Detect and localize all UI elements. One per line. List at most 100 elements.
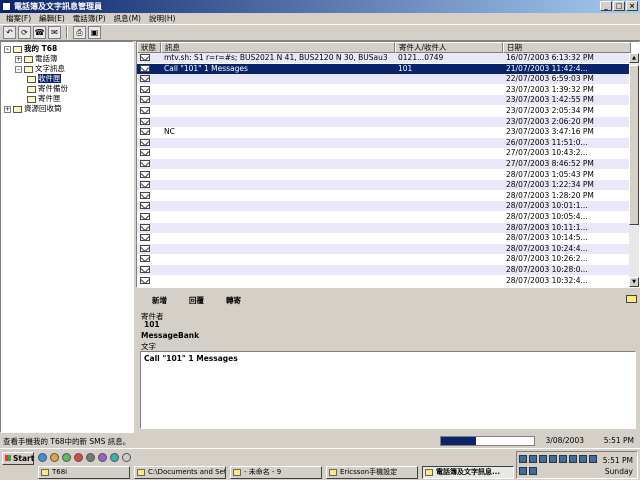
status-cell bbox=[137, 223, 161, 233]
tree-item-phonebook[interactable]: + 電話簿 bbox=[15, 54, 58, 63]
column-sender[interactable]: 寄件人/收件人 bbox=[395, 42, 503, 53]
table-row[interactable]: 22/07/2003 6:59:03 PM bbox=[137, 74, 631, 85]
ql-app-icon[interactable] bbox=[110, 453, 119, 462]
envelope-icon bbox=[140, 202, 150, 210]
phonebook-icon[interactable]: ☎ bbox=[33, 26, 46, 39]
table-row[interactable]: 27/07/2003 10:43:2... bbox=[137, 148, 631, 158]
task-explorer[interactable]: C:\Documents and Sett... bbox=[134, 466, 226, 479]
start-button[interactable]: Start bbox=[2, 452, 34, 465]
envelope-icon bbox=[140, 160, 150, 167]
print-icon[interactable]: ⎙ bbox=[73, 26, 86, 39]
list-header: 狀態 訊息 寄件人/收件人 日期 bbox=[137, 42, 639, 53]
task-t68i[interactable]: T68i bbox=[38, 466, 130, 479]
task-paint[interactable]: - 未命名 - 9 bbox=[230, 466, 322, 479]
table-row[interactable]: 28/07/2003 10:26:2... bbox=[137, 254, 631, 264]
collapse-icon[interactable]: - bbox=[4, 45, 11, 53]
update-icon[interactable] bbox=[519, 467, 527, 475]
sms-icon bbox=[425, 469, 433, 476]
tree-root[interactable]: - 我的 T68 bbox=[4, 44, 57, 53]
window-controls: _ □ × bbox=[600, 1, 638, 11]
save-icon[interactable]: ▣ bbox=[88, 26, 101, 39]
table-row[interactable]: 27/07/2003 8:46:52 PM bbox=[137, 159, 631, 169]
sms-icon[interactable]: ✉ bbox=[48, 26, 61, 39]
close-button[interactable]: × bbox=[626, 1, 638, 11]
network-icon[interactable] bbox=[519, 455, 527, 463]
volume-icon[interactable] bbox=[529, 455, 537, 463]
clock[interactable]: 5:51 PM Sunday bbox=[603, 455, 633, 477]
column-status[interactable]: 狀態 bbox=[137, 42, 161, 53]
table-row[interactable]: 28/07/2003 1:05:43 PM bbox=[137, 170, 631, 180]
reply-button[interactable]: 回覆 bbox=[189, 295, 204, 306]
bluetooth-icon[interactable] bbox=[549, 455, 557, 463]
refresh-icon[interactable]: ⟳ bbox=[18, 26, 31, 39]
new-button[interactable]: 新增 bbox=[152, 295, 167, 306]
security-icon[interactable] bbox=[589, 455, 597, 463]
collapse-icon[interactable]: - bbox=[15, 65, 22, 73]
maximize-button[interactable]: □ bbox=[613, 1, 625, 11]
menu-message[interactable]: 訊息(M) bbox=[110, 13, 145, 24]
outlook-icon[interactable] bbox=[74, 453, 83, 462]
scroll-down-icon[interactable]: ▼ bbox=[629, 277, 639, 287]
table-row[interactable]: 28/07/2003 10:32:4... bbox=[137, 276, 631, 286]
sender-cell bbox=[395, 159, 503, 169]
battery-icon[interactable] bbox=[569, 455, 577, 463]
media-icon[interactable] bbox=[62, 453, 71, 462]
table-row[interactable]: 28/07/2003 10:05:4... bbox=[137, 212, 631, 222]
message-cell bbox=[161, 106, 395, 116]
tree-item-outbox-backup[interactable]: 寄件備份 bbox=[27, 84, 68, 93]
menu-file[interactable]: 檔案(F) bbox=[2, 13, 35, 24]
vertical-scrollbar[interactable]: ▲ ▼ bbox=[629, 53, 639, 287]
undo-icon[interactable]: ↶ bbox=[3, 26, 16, 39]
expand-icon[interactable]: + bbox=[4, 105, 11, 113]
desktop-icon[interactable] bbox=[86, 453, 95, 462]
date-cell: 26/07/2003 11:51:0... bbox=[506, 137, 588, 147]
scroll-up-icon[interactable]: ▲ bbox=[629, 53, 639, 63]
menu-help[interactable]: 說明(H) bbox=[145, 13, 180, 24]
tree-item-inbox[interactable]: 收件匣 bbox=[27, 74, 61, 83]
envelope-icon bbox=[140, 191, 150, 199]
table-row[interactable]: 23/07/2003 2:06:20 PM bbox=[137, 116, 631, 127]
scroll-thumb[interactable] bbox=[629, 65, 639, 225]
table-row[interactable]: 28/07/2003 10:14:5... bbox=[137, 233, 631, 243]
ime-icon[interactable] bbox=[529, 467, 537, 475]
message-text[interactable]: Call "101" 1 Messages bbox=[140, 351, 636, 429]
table-row[interactable]: 23/07/2003 1:42:55 PM bbox=[137, 95, 631, 106]
ie-icon[interactable] bbox=[38, 453, 47, 462]
phone-sync-icon[interactable] bbox=[559, 455, 567, 463]
column-message[interactable]: 訊息 bbox=[161, 42, 395, 53]
status-cell bbox=[137, 170, 161, 180]
forward-button[interactable]: 轉寄 bbox=[226, 295, 241, 306]
tree-item-recycle[interactable]: + 資源回收筒 bbox=[4, 104, 62, 113]
table-row[interactable]: 23/07/2003 1:39:32 PM bbox=[137, 85, 631, 95]
status-cell bbox=[137, 127, 161, 137]
explorer-icon[interactable] bbox=[50, 453, 59, 462]
menu-phonebook[interactable]: 電話簿(P) bbox=[69, 13, 110, 24]
antivirus-icon[interactable] bbox=[539, 455, 547, 463]
display-icon[interactable] bbox=[579, 455, 587, 463]
table-row[interactable]: 28/07/2003 10:24:4... bbox=[137, 243, 631, 254]
status-date: 3/08/2003 bbox=[545, 436, 584, 445]
table-row[interactable]: mtv.sh: S1 r=r=#s; BUS2021 N 41, BUS2120… bbox=[137, 53, 631, 63]
date-cell: 22/07/2003 6:59:03 PM bbox=[506, 74, 594, 84]
date-cell: 23/07/2003 2:06:20 PM bbox=[506, 116, 594, 126]
table-row[interactable]: 26/07/2003 11:51:0... bbox=[137, 137, 631, 148]
table-row[interactable]: 23/07/2003 2:05:34 PM bbox=[137, 106, 631, 116]
tree-item-sms[interactable]: - 文字訊息 bbox=[15, 64, 65, 73]
menu-bar: 檔案(F) 編輯(E) 電話簿(P) 訊息(M) 說明(H) bbox=[0, 13, 640, 24]
minimize-button[interactable]: _ bbox=[600, 1, 612, 11]
table-row[interactable]: 28/07/2003 1:22:34 PM bbox=[137, 180, 631, 191]
column-date[interactable]: 日期 bbox=[503, 42, 631, 53]
expand-icon[interactable]: + bbox=[15, 55, 22, 63]
table-row[interactable]: NC 23/07/2003 3:47:16 PM bbox=[137, 127, 631, 137]
ql-app2-icon[interactable] bbox=[122, 453, 131, 462]
messenger-icon[interactable] bbox=[98, 453, 107, 462]
table-row[interactable]: 28/07/2003 10:28:0... bbox=[137, 265, 631, 275]
tree-item-outbox[interactable]: 寄件匣 bbox=[27, 94, 61, 103]
task-ericsson[interactable]: Ericsson手機設定 bbox=[326, 466, 418, 479]
table-row[interactable]: 28/07/2003 10:11:1... bbox=[137, 222, 631, 233]
table-row[interactable]: 28/07/2003 1:28:20 PM bbox=[137, 191, 631, 201]
table-row[interactable]: 28/07/2003 10:01:1... bbox=[137, 201, 631, 212]
task-phonebook-manager[interactable]: 電話簿及文字訊息... bbox=[422, 466, 514, 479]
table-row[interactable]: Call "101" 1 Messages 101 21/07/2003 11:42… bbox=[137, 63, 631, 74]
menu-edit[interactable]: 編輯(E) bbox=[35, 13, 69, 24]
